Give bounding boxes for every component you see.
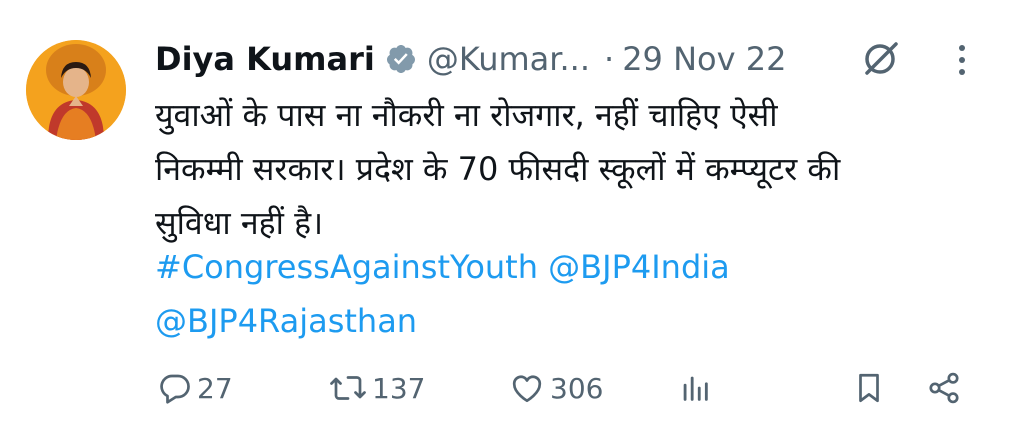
tweet-date[interactable]: 29 Nov 22 [622,40,786,78]
views-icon [678,370,712,406]
like-count: 306 [550,371,604,405]
bookmark-icon [852,370,886,406]
retweet-icon [328,370,368,406]
reply-button[interactable]: 27 [157,360,233,416]
tweet-text-line: निकम्मी सरकार। प्रदेश के 70 फीसदी स्कूलो… [155,150,841,188]
retweet-count: 137 [372,371,426,405]
bookmark-button[interactable] [852,360,886,416]
share-icon [926,370,962,406]
mention-link[interactable]: @BJP4India [548,248,730,286]
views-button[interactable] [678,360,712,416]
hashtag-link[interactable]: #CongressAgainstYouth [155,248,538,286]
avatar-image [26,40,126,140]
author-handle[interactable]: @Kumar... [427,40,590,78]
tweet-header: Diya Kumari @Kumar... · 29 Nov 22 [155,34,786,84]
avatar[interactable] [26,40,126,140]
mention-link[interactable]: @BJP4Rajasthan [155,302,417,340]
reply-count: 27 [197,371,233,405]
grok-icon[interactable] [860,38,900,78]
more-icon[interactable] [950,40,974,80]
tweet-text: युवाओं के पास ना नौकरी ना रोजगार, नहीं च… [155,88,975,250]
action-bar: 27 137 306 [0,360,1015,416]
retweet-button[interactable]: 137 [328,360,425,416]
author-name[interactable]: Diya Kumari [155,40,375,78]
separator-dot: · [604,40,615,78]
like-icon [508,370,546,406]
reply-icon [157,370,193,406]
verified-badge-icon [385,43,417,75]
tweet-links: #CongressAgainstYouth @BJP4India @BJP4Ra… [155,240,975,348]
tweet-text-line: युवाओं के पास ना नौकरी ना रोजगार, नहीं च… [155,96,778,134]
share-button[interactable] [926,360,962,416]
like-button[interactable]: 306 [508,360,603,416]
tweet-card[interactable]: Diya Kumari @Kumar... · 29 Nov 22 युवाओं… [0,0,1015,441]
